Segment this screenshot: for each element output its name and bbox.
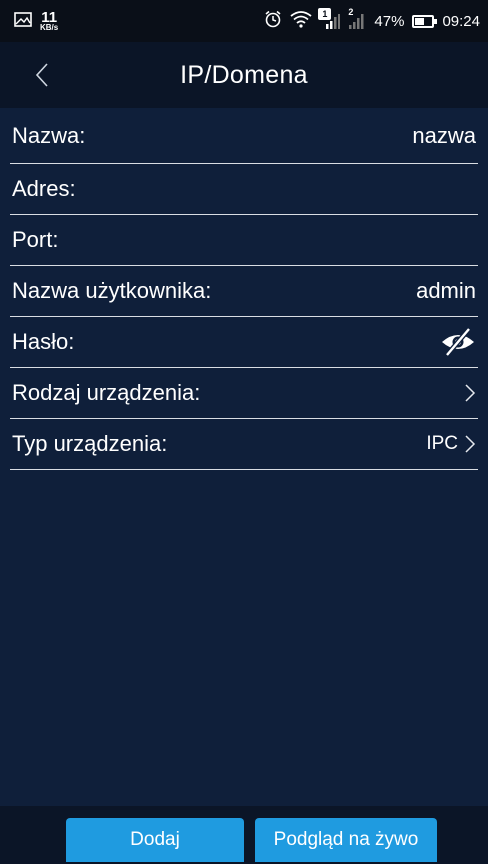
clock: 09:24 xyxy=(442,12,480,30)
port-field[interactable]: Port: xyxy=(10,215,478,266)
device-kind-label: Rodzaj urządzenia: xyxy=(12,380,201,405)
bottom-bar: Dodaj Podgląd na żywo xyxy=(0,806,488,864)
alarm-clock-icon xyxy=(264,10,282,32)
name-value: nazwa xyxy=(412,122,476,148)
status-bar: 11 KB/s 1 2 47% 09:24 xyxy=(0,0,488,42)
device-kind-value xyxy=(464,383,476,403)
live-view-button[interactable]: Podgląd na żywo xyxy=(255,818,437,862)
wifi-icon xyxy=(290,10,312,32)
name-label: Nazwa: xyxy=(12,122,86,148)
net-speed-unit: KB/s xyxy=(40,23,59,33)
gallery-notification-icon xyxy=(14,11,32,31)
add-button[interactable]: Dodaj xyxy=(66,818,244,862)
username-value: admin xyxy=(416,278,476,303)
username-field[interactable]: Nazwa użytkownika: admin xyxy=(10,266,478,317)
battery-icon xyxy=(412,14,438,28)
device-type-label: Typ urządzenia: xyxy=(12,431,168,456)
name-field[interactable]: Nazwa: nazwa xyxy=(10,108,478,164)
net-speed: 11 KB/s xyxy=(40,8,59,33)
device-kind-field[interactable]: Rodzaj urządzenia: xyxy=(10,368,478,419)
signal-sim1-icon: 1 xyxy=(318,8,341,30)
back-button[interactable] xyxy=(26,58,58,92)
battery-percent: 47% xyxy=(374,12,405,30)
password-field[interactable]: Hasło: xyxy=(10,317,478,368)
device-type-value: IPC xyxy=(426,433,476,455)
battery-fill xyxy=(415,17,424,25)
sim1-badge: 1 xyxy=(318,8,332,20)
address-field[interactable]: Adres: xyxy=(10,164,478,215)
device-type-field[interactable]: Typ urządzenia: IPC xyxy=(10,419,478,470)
eye-slash-icon xyxy=(442,327,474,357)
signal-sim2-icon: 2 xyxy=(348,7,366,30)
header: IP/Domena xyxy=(0,42,488,108)
password-visibility-toggle[interactable] xyxy=(440,327,476,357)
status-left: 11 KB/s xyxy=(14,8,59,33)
username-label: Nazwa użytkownika: xyxy=(12,278,212,303)
password-label: Hasło: xyxy=(12,329,75,354)
address-label: Adres: xyxy=(12,176,76,201)
chevron-right-icon xyxy=(465,435,476,453)
device-type-text: IPC xyxy=(426,433,458,454)
chevron-left-icon xyxy=(35,63,48,87)
port-label: Port: xyxy=(12,227,59,252)
chevron-right-icon xyxy=(465,384,476,402)
device-form: Nazwa: nazwa Adres: Port: Nazwa użytkown… xyxy=(0,108,488,470)
page-title: IP/Domena xyxy=(180,60,308,89)
net-speed-value: 11 xyxy=(41,8,58,26)
sim2-badge: 2 xyxy=(348,7,354,17)
status-right: 1 2 47% 09:24 xyxy=(264,7,480,32)
